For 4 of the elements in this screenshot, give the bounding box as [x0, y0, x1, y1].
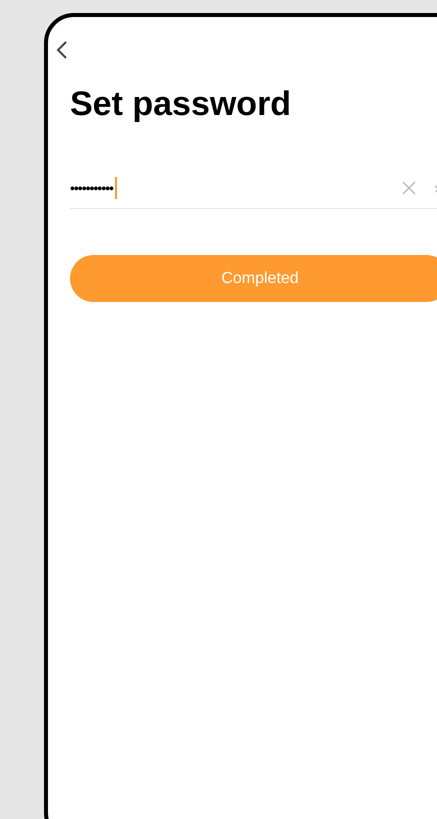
back-icon[interactable] — [56, 41, 68, 59]
password-field[interactable]: ••••••••••• — [70, 168, 437, 209]
page-title: Set password — [70, 85, 292, 124]
password-value: ••••••••••• — [70, 180, 113, 196]
